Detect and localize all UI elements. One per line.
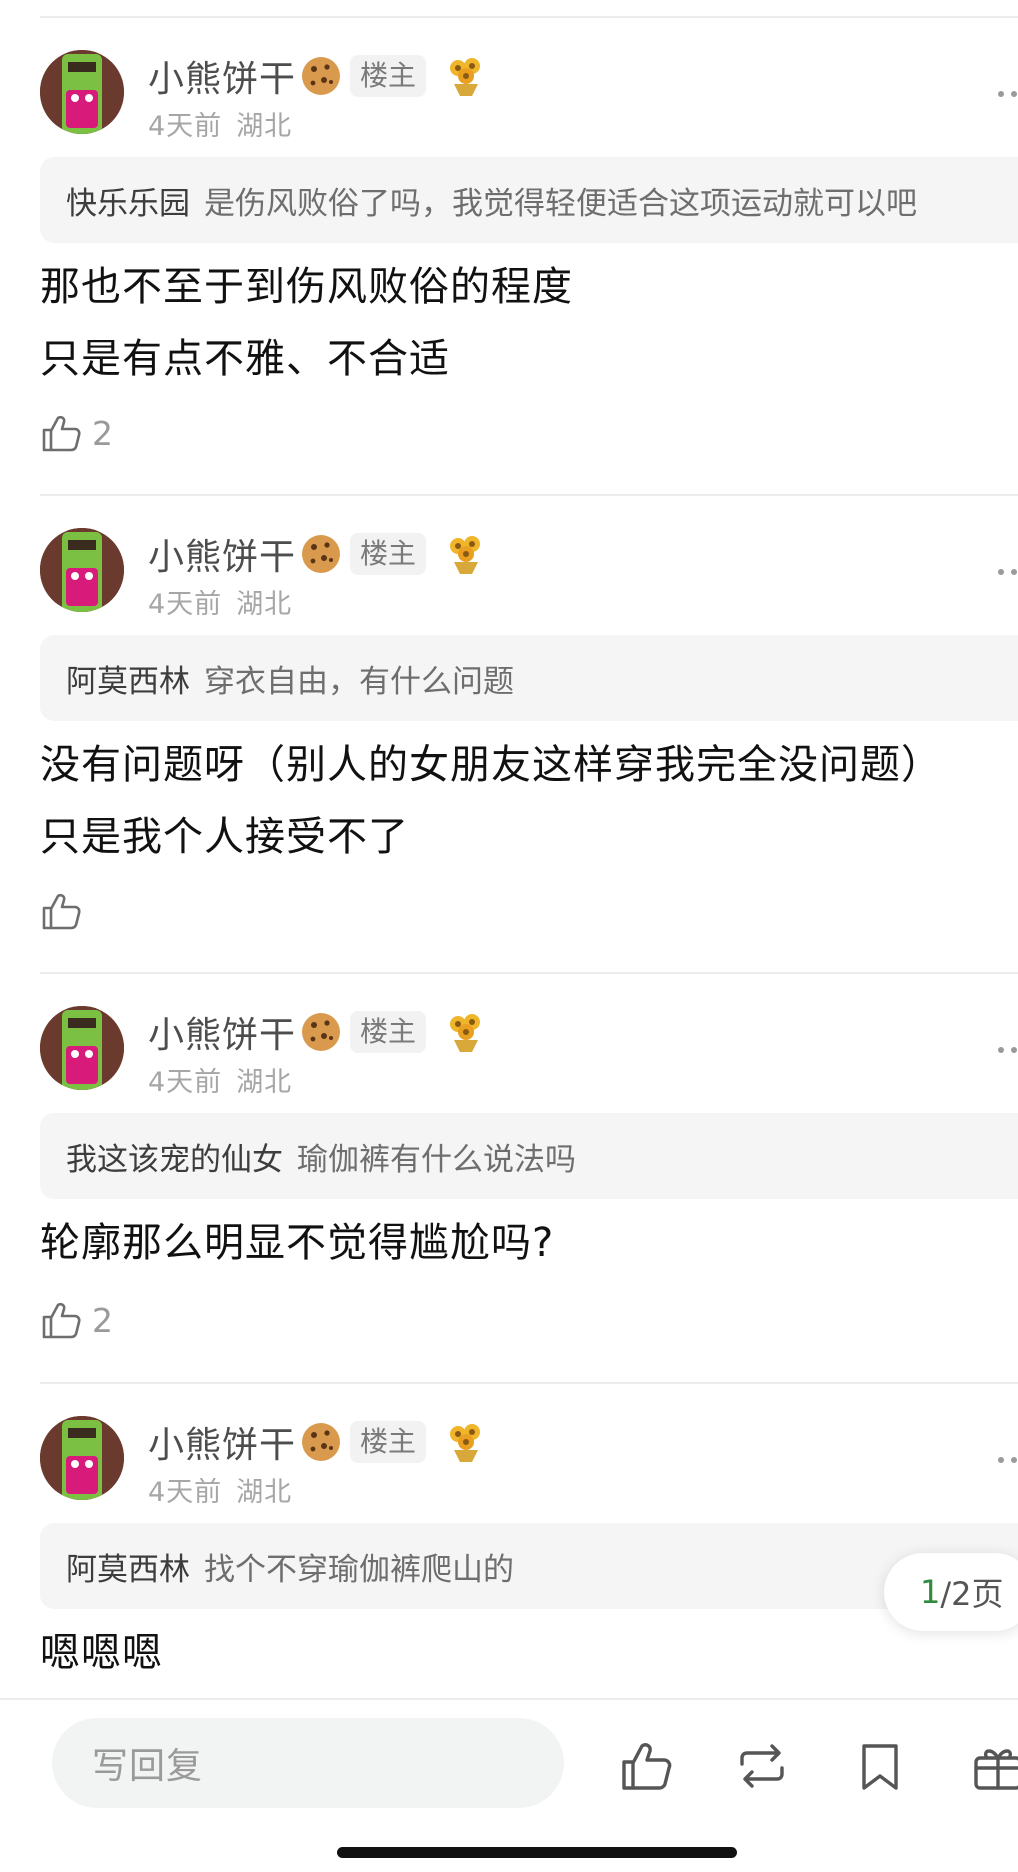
sunflower-icon	[450, 536, 481, 574]
op-badge: 楼主	[350, 1421, 427, 1463]
post-location: 湖北	[236, 1477, 293, 1508]
more-dots-icon[interactable]	[996, 565, 1018, 579]
author-row: 小熊饼干 楼主	[148, 530, 488, 578]
avatar[interactable]	[40, 1416, 124, 1500]
quoted-reply[interactable]: 我这该宠的仙女 瑜伽裤有什么说法吗	[40, 1113, 1018, 1199]
cookie-emoji-icon	[302, 57, 341, 95]
comment-line: 嗯嗯嗯	[40, 1630, 163, 1676]
post-time: 4天前	[148, 1067, 223, 1098]
avatar[interactable]	[40, 50, 124, 134]
reply-input[interactable]: 写回复	[52, 1718, 564, 1808]
comment-line: 只是我个人接受不了	[40, 814, 409, 860]
quoted-reply[interactable]: 阿莫西林 穿衣自由，有什么问题	[40, 635, 1018, 721]
bookmark-icon[interactable]	[852, 1738, 908, 1794]
meta-info: 4天前 湖北	[148, 104, 292, 143]
quote-text: 是伤风败俗了吗，我觉得轻便适合这项运动就可以吧	[204, 185, 917, 222]
like-button[interactable]: 2	[40, 408, 113, 458]
quote-author[interactable]: 阿莫西林	[66, 656, 190, 701]
op-badge: 楼主	[350, 55, 427, 97]
top-divider	[40, 16, 1018, 18]
author-name[interactable]: 小熊饼干	[148, 1006, 296, 1058]
comment-line: 没有问题呀（别人的女朋友这样穿我完全没问题）	[40, 742, 942, 788]
author-row: 小熊饼干 楼主	[148, 1418, 488, 1466]
author-name[interactable]: 小熊饼干	[148, 528, 296, 580]
comment-text: 那也不至于到伤风败俗的程度 只是有点不雅、不合适	[40, 251, 573, 395]
thumbs-up-icon	[42, 893, 81, 930]
cookie-emoji-icon	[302, 535, 341, 573]
comment-line: 只是有点不雅、不合适	[40, 336, 450, 382]
quote-author[interactable]: 我这该宠的仙女	[66, 1134, 283, 1179]
author-name[interactable]: 小熊饼干	[148, 1416, 296, 1468]
like-button[interactable]: 2	[40, 1295, 113, 1345]
page-indicator[interactable]: 1/2页	[884, 1553, 1018, 1631]
post-location: 湖北	[236, 1067, 293, 1098]
quote-text: 穿衣自由，有什么问题	[204, 663, 514, 700]
meta-info: 4天前 湖北	[148, 1060, 292, 1099]
sunflower-icon	[450, 58, 481, 96]
sunflower-icon	[450, 1014, 481, 1052]
quoted-reply[interactable]: 快乐乐园 是伤风败俗了吗，我觉得轻便适合这项运动就可以吧	[40, 157, 1018, 243]
cookie-emoji-icon	[302, 1013, 341, 1051]
cookie-emoji-icon	[302, 1423, 341, 1461]
like-count: 2	[92, 1300, 113, 1340]
bottom-bar-divider	[0, 1698, 1018, 1700]
author-row: 小熊饼干 楼主	[148, 52, 488, 100]
post-location: 湖北	[236, 589, 293, 620]
author-name[interactable]: 小熊饼干	[148, 50, 296, 102]
comment-text: 轮廓那么明显不觉得尴尬吗?	[40, 1207, 554, 1279]
post-location: 湖北	[236, 111, 293, 142]
comment-divider	[40, 494, 1018, 496]
current-page: 1	[920, 1573, 941, 1611]
author-row: 小熊饼干 楼主	[148, 1008, 488, 1056]
avatar[interactable]	[40, 528, 124, 612]
quote-author[interactable]: 阿莫西林	[66, 1544, 190, 1589]
quoted-reply[interactable]: 阿莫西林 找个不穿瑜伽裤爬山的	[40, 1523, 1018, 1609]
more-dots-icon[interactable]	[996, 1453, 1018, 1467]
thumbs-up-icon	[42, 415, 81, 452]
comment-divider	[40, 1382, 1018, 1384]
quote-author[interactable]: 快乐乐园	[66, 178, 190, 223]
gift-icon[interactable]	[970, 1738, 1018, 1794]
more-dots-icon[interactable]	[996, 87, 1018, 101]
more-dots-icon[interactable]	[996, 1043, 1018, 1057]
quote-text: 找个不穿瑜伽裤爬山的	[204, 1551, 514, 1588]
total-pages: /2页	[940, 1575, 1004, 1613]
avatar[interactable]	[40, 1006, 124, 1090]
comment-line: 那也不至于到伤风败俗的程度	[40, 264, 573, 310]
comment-text: 没有问题呀（别人的女朋友这样穿我完全没问题） 只是我个人接受不了	[40, 729, 942, 873]
sunflower-icon	[450, 1424, 481, 1462]
meta-info: 4天前 湖北	[148, 582, 292, 621]
comment-line: 轮廓那么明显不觉得尴尬吗?	[40, 1220, 555, 1266]
comment-text: 嗯嗯嗯	[40, 1617, 163, 1689]
thumbs-up-icon	[42, 1302, 81, 1339]
post-time: 4天前	[148, 589, 223, 620]
like-count: 2	[92, 413, 113, 453]
quote-text: 瑜伽裤有什么说法吗	[297, 1141, 576, 1178]
comment-divider	[40, 972, 1018, 974]
home-indicator[interactable]	[337, 1847, 737, 1858]
op-badge: 楼主	[350, 1011, 427, 1053]
meta-info: 4天前 湖北	[148, 1470, 292, 1509]
repost-icon[interactable]	[734, 1738, 790, 1794]
like-button[interactable]	[40, 886, 92, 936]
reply-placeholder: 写回复	[92, 1746, 204, 1787]
thumbs-up-icon[interactable]	[618, 1738, 674, 1794]
post-time: 4天前	[148, 111, 223, 142]
post-time: 4天前	[148, 1477, 223, 1508]
op-badge: 楼主	[350, 533, 427, 575]
